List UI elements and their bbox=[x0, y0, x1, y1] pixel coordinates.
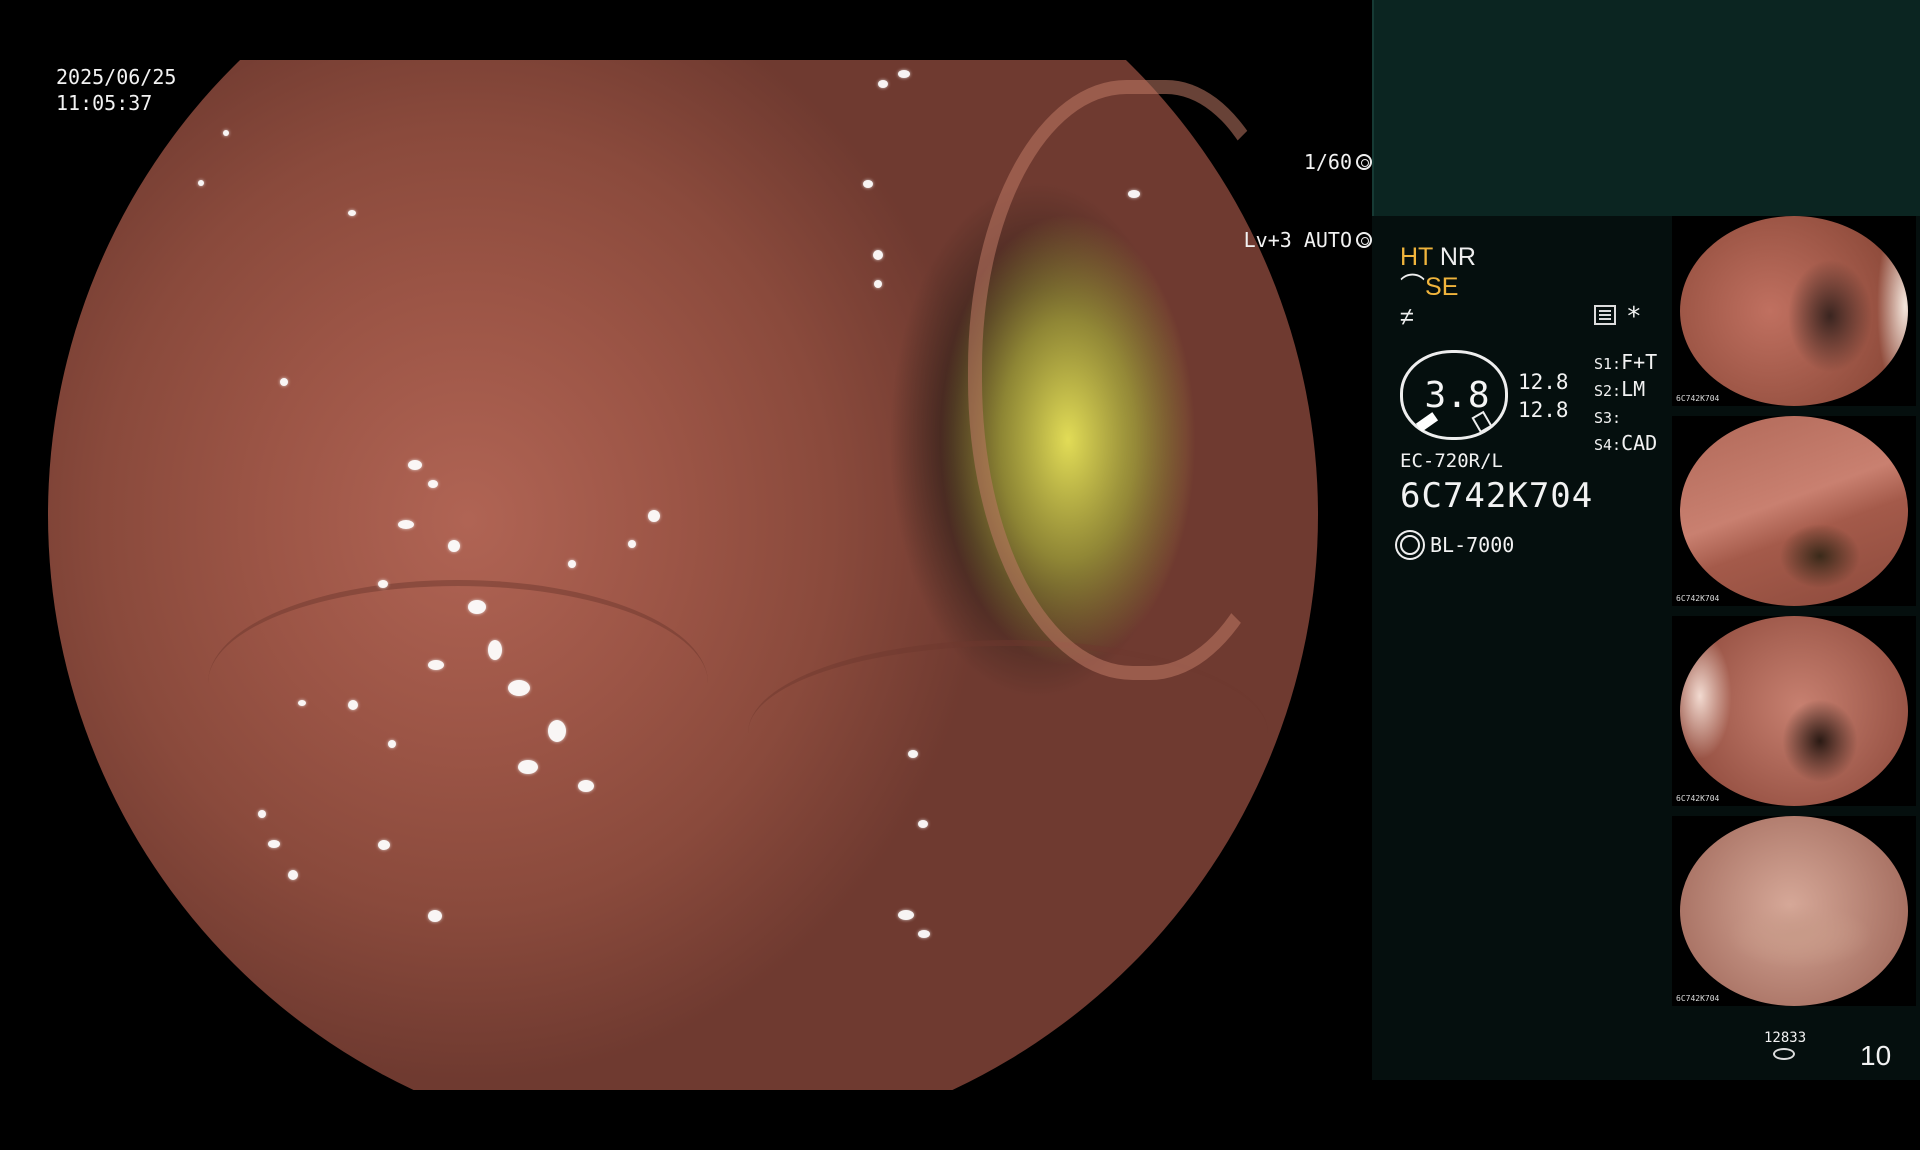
capture-thumbnail[interactable]: 6C742K704 bbox=[1672, 416, 1916, 606]
shutter-icon bbox=[1356, 154, 1372, 170]
s1-key: S1: bbox=[1594, 355, 1622, 373]
light-source-icon bbox=[1400, 535, 1420, 555]
capture-thumbnail[interactable]: 6C742K704 bbox=[1672, 616, 1916, 806]
structure-enhance-icon: ⌒ bbox=[1400, 273, 1426, 301]
mode-ht: HT bbox=[1400, 243, 1433, 271]
light-source: BL-7000 bbox=[1400, 533, 1514, 557]
exposure-readout: 1/60 Lv+3 AUTO bbox=[52, 97, 1372, 305]
right-panel: HT NR ⌒SE ≠ * 3.8 12.8 12.8 S1:F+T S2:LM… bbox=[1372, 0, 1920, 1080]
gauge-value: 3.8 bbox=[1424, 375, 1490, 416]
iris-icon bbox=[1356, 232, 1372, 248]
date-label: 2025/06/25 bbox=[56, 65, 177, 89]
s1-value: F+T bbox=[1621, 350, 1658, 374]
reflection-glint bbox=[918, 930, 930, 938]
storage-icon bbox=[1773, 1048, 1795, 1060]
reflection-glint bbox=[918, 820, 928, 828]
reflection-glint bbox=[898, 70, 910, 78]
mode-se: SE bbox=[1425, 273, 1459, 301]
zoom-gauge: 3.8 bbox=[1400, 350, 1508, 440]
scope-serial: 6C742K704 bbox=[1400, 476, 1594, 516]
number-bottom: 12.8 bbox=[1518, 398, 1569, 422]
reflection-glint bbox=[428, 910, 442, 922]
asterisk-indicator: * bbox=[1626, 302, 1642, 332]
reflection-glint bbox=[468, 600, 486, 614]
reflection-glint bbox=[648, 510, 660, 522]
scope-model: EC-720R/L bbox=[1400, 450, 1503, 472]
reflection-glint bbox=[578, 780, 594, 792]
reflection-glint bbox=[378, 840, 390, 850]
capture-thumbnail[interactable]: 6C742K704 bbox=[1672, 816, 1916, 1006]
menu-icon bbox=[1594, 305, 1616, 325]
reflection-glint bbox=[898, 910, 914, 920]
thumbnail-caption: 6C742K704 bbox=[1676, 994, 1720, 1003]
panel-header bbox=[1372, 0, 1920, 216]
reflection-glint bbox=[878, 80, 888, 88]
reflection-glint bbox=[288, 870, 298, 880]
reflection-glint bbox=[280, 378, 288, 386]
storage-count: 12833 bbox=[1764, 1030, 1807, 1046]
gauge-numbers: 12.8 12.8 bbox=[1518, 368, 1569, 424]
reflection-glint bbox=[428, 660, 444, 670]
reflection-glint bbox=[388, 740, 396, 748]
s2-value: LM bbox=[1621, 377, 1646, 401]
reflection-glint bbox=[378, 580, 388, 588]
reflection-glint bbox=[348, 700, 358, 710]
reflection-glint bbox=[518, 760, 538, 774]
thumbnail-caption: 6C742K704 bbox=[1676, 794, 1720, 803]
endoscope-view: 2025/06/25 11:05:37 1/60 Lv+3 AUTO bbox=[0, 0, 1372, 1090]
reflection-glint bbox=[448, 540, 460, 552]
thumbnail-image bbox=[1680, 416, 1908, 606]
thumbnail-image bbox=[1680, 616, 1908, 806]
reflection-glint bbox=[428, 480, 438, 488]
reflection-glint bbox=[398, 520, 414, 529]
reflection-glint bbox=[568, 560, 576, 568]
thumbnail-caption: 6C742K704 bbox=[1676, 594, 1720, 603]
reflection-glint bbox=[628, 540, 636, 548]
status-area: * 3.8 12.8 12.8 S1:F+T S2:LM S3: S4:CAD bbox=[1400, 302, 1700, 455]
reflection-glint bbox=[408, 460, 422, 470]
reflection-glint bbox=[908, 750, 918, 758]
mucosal-fold bbox=[208, 580, 708, 786]
thumbnail-image bbox=[1680, 816, 1908, 1006]
reflection-glint bbox=[548, 720, 566, 742]
thumbnail-caption: 6C742K704 bbox=[1676, 394, 1720, 403]
light-source-label: BL-7000 bbox=[1430, 533, 1515, 557]
reflection-glint bbox=[298, 700, 306, 706]
s2-key: S2: bbox=[1594, 382, 1622, 400]
s4-value: CAD bbox=[1621, 431, 1658, 455]
number-top: 12.8 bbox=[1518, 370, 1569, 394]
shutter-label: 1/60 bbox=[1303, 150, 1352, 174]
thumbnail-image bbox=[1680, 216, 1908, 406]
reflection-glint bbox=[488, 640, 502, 660]
switch-assignments: S1:F+T S2:LM S3: S4:CAD bbox=[1594, 350, 1657, 458]
iris-level-label: Lv+3 AUTO bbox=[1243, 228, 1352, 252]
reflection-glint bbox=[268, 840, 280, 848]
capture-thumbnail[interactable]: 6C742K704 bbox=[1672, 216, 1916, 406]
storage-counter: 12833 bbox=[1764, 1030, 1807, 1060]
s4-key: S4: bbox=[1594, 436, 1622, 454]
page-number: 10 bbox=[1860, 1040, 1892, 1071]
mode-nr: NR bbox=[1439, 243, 1476, 271]
reflection-glint bbox=[508, 680, 530, 696]
s3-key: S3: bbox=[1594, 409, 1622, 427]
reflection-glint bbox=[258, 810, 266, 818]
